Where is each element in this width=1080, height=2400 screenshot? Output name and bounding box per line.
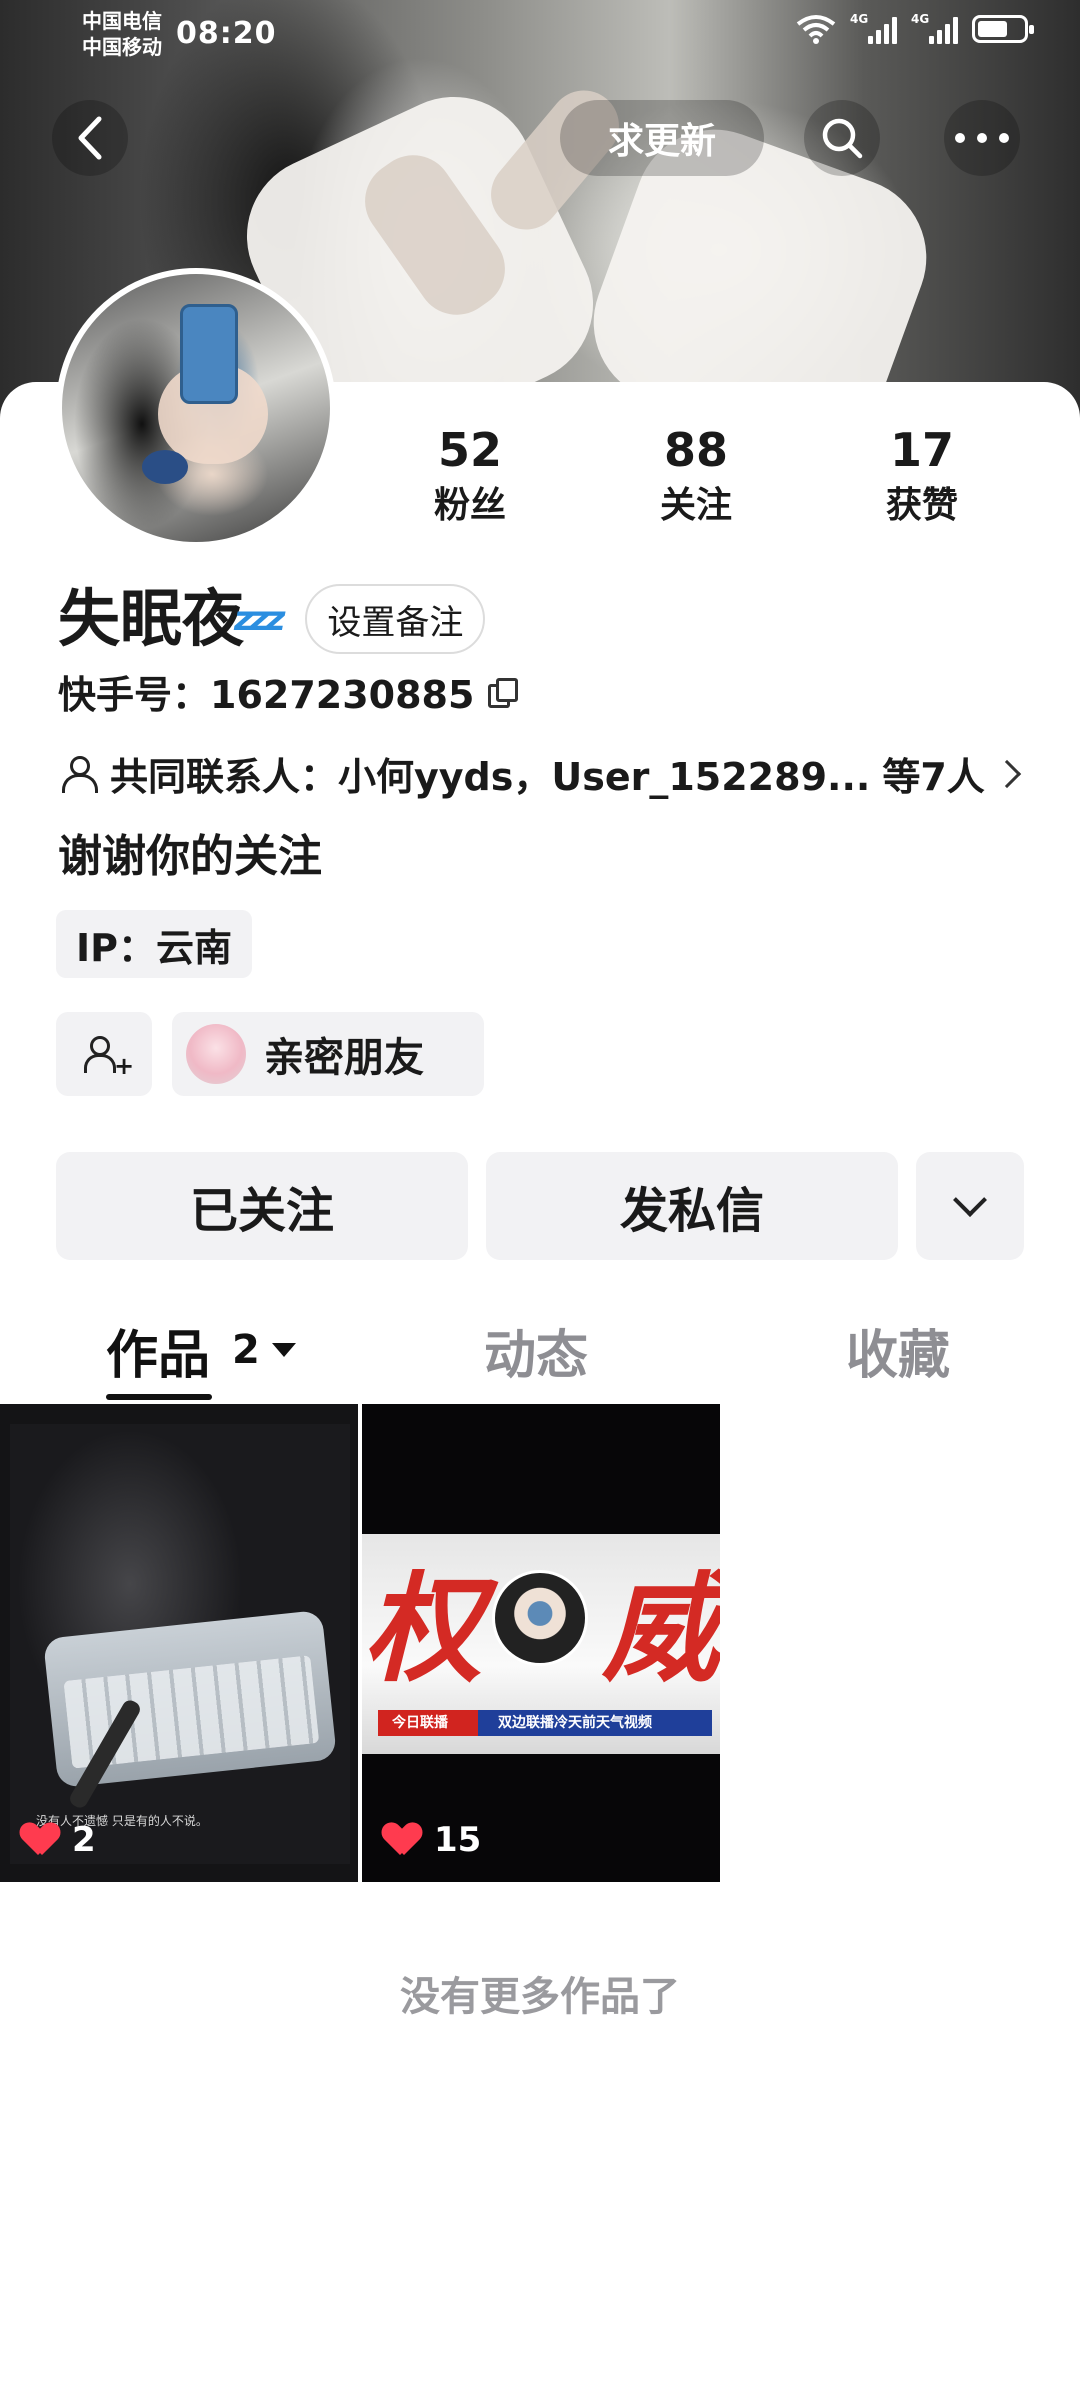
- followers-label: 粉丝: [433, 485, 506, 526]
- ticker-left: 今日联播: [392, 1715, 448, 1731]
- followers-stat[interactable]: 52 粉丝: [390, 422, 550, 530]
- tab-favorites[interactable]: 收藏: [846, 1300, 950, 1400]
- clock: 08:20: [176, 16, 277, 51]
- request-update-button[interactable]: 求更新: [560, 100, 764, 176]
- close-friend-avatar: [186, 1024, 246, 1084]
- work-thumbnail: 权 威 今日联播 双边联播冷天前天气视频: [362, 1534, 720, 1754]
- work-thumbnail: [10, 1424, 350, 1864]
- sleep-emoji-icon: zzz: [234, 599, 285, 639]
- likes-stat[interactable]: 17 获赞: [842, 422, 1002, 530]
- tab-works-count: 2: [232, 1327, 260, 1373]
- chevron-down-icon: [953, 1183, 987, 1217]
- content-tabs: 作品 2 动态 收藏: [0, 1300, 1080, 1404]
- work-title-right: 威: [601, 1559, 720, 1698]
- status-bar: 中国电信 中国移动 08:20 4G 4G: [0, 0, 1080, 80]
- chevron-right-icon: [992, 759, 1021, 788]
- mutual-contacts-names: 小何yyds，User_152289...: [338, 755, 871, 799]
- battery-icon: [972, 15, 1034, 43]
- search-icon: [822, 118, 863, 159]
- add-person-icon: +: [84, 1034, 134, 1078]
- add-friend-button[interactable]: +: [56, 1012, 152, 1096]
- more-button[interactable]: [944, 100, 1020, 176]
- likes-count: 17: [889, 423, 954, 477]
- person-icon: [58, 754, 98, 794]
- back-button[interactable]: [52, 100, 128, 176]
- signal-type-label: 4G: [850, 12, 869, 26]
- work-likes-count: 2: [72, 1820, 96, 1860]
- action-row: 已关注 发私信: [56, 1152, 1024, 1262]
- close-friends-button[interactable]: 亲密朋友: [172, 1012, 484, 1096]
- signal-icon: 4G: [850, 12, 897, 44]
- more-actions-button[interactable]: [916, 1152, 1024, 1260]
- wifi-icon: [796, 15, 836, 44]
- top-bar: 求更新: [0, 90, 1080, 190]
- works-grid: 没有人不遗憾 只是有的人不说。 2 权 威 今日联播 双边联播冷天前天气视频 1…: [0, 1404, 1080, 1884]
- signal-type-label: 4G: [911, 12, 930, 26]
- more-dots-icon: [955, 133, 1009, 143]
- carrier-1: 中国电信: [82, 9, 162, 33]
- system-icons: 4G 4G: [796, 12, 1034, 44]
- active-tab-indicator: [106, 1394, 212, 1400]
- no-more-works-text: 没有更多作品了: [400, 1974, 680, 2020]
- ticker-right: 双边联播冷天前天气视频: [498, 1715, 652, 1731]
- close-friends-label: 亲密朋友: [264, 1035, 424, 1081]
- tab-works[interactable]: 作品 2: [106, 1300, 296, 1400]
- profile-bio: 谢谢你的关注: [58, 831, 322, 882]
- send-message-button[interactable]: 发私信: [486, 1152, 898, 1260]
- kuaishou-id-row: 快手号：1627230885: [58, 664, 519, 719]
- following-stat[interactable]: 88 关注: [616, 422, 776, 530]
- copy-icon[interactable]: [488, 677, 519, 708]
- heart-icon: [384, 1823, 420, 1857]
- work-likes: 15: [384, 1820, 481, 1860]
- likes-label: 获赞: [885, 485, 958, 526]
- caret-down-icon: [271, 1343, 296, 1357]
- profile-screen: 中国电信 中国移动 08:20 4G 4G 求更新 52 粉丝 88 关注 17…: [0, 0, 1080, 2400]
- profile-name: 失眠夜: [58, 582, 245, 655]
- kuaishou-id: 快手号：1627230885: [58, 673, 475, 717]
- mutual-contacts-row[interactable]: 共同联系人： 小何yyds，User_152289... 等7人: [58, 746, 1021, 801]
- tab-works-label: 作品: [106, 1325, 211, 1386]
- carrier-2: 中国移动: [82, 35, 162, 59]
- carrier-info: 中国电信 中国移动: [82, 8, 162, 60]
- mutual-contacts-label: 共同联系人：: [110, 755, 339, 799]
- avatar[interactable]: [56, 268, 336, 548]
- heart-icon: [22, 1823, 58, 1857]
- work-item[interactable]: 没有人不遗憾 只是有的人不说。 2: [0, 1404, 358, 1882]
- name-row: 失眠夜 zzz 设置备注: [58, 580, 486, 658]
- work-likes: 2: [22, 1820, 96, 1860]
- followers-count: 52: [437, 423, 502, 477]
- signal-icon: 4G: [911, 12, 958, 44]
- tab-moments[interactable]: 动态: [484, 1300, 588, 1400]
- news-ticker: 今日联播 双边联播冷天前天气视频: [378, 1710, 712, 1736]
- search-button[interactable]: [804, 100, 880, 176]
- followed-button[interactable]: 已关注: [56, 1152, 468, 1260]
- ip-location-tag: IP：云南: [56, 910, 252, 978]
- following-label: 关注: [659, 485, 732, 526]
- work-title-left: 权: [364, 1559, 483, 1698]
- back-arrow-icon: [78, 116, 102, 160]
- set-remark-button[interactable]: 设置备注: [305, 584, 486, 654]
- mutual-contacts-count: 等7人: [882, 755, 985, 799]
- work-item[interactable]: 权 威 今日联播 双边联播冷天前天气视频 15: [362, 1404, 720, 1882]
- work-likes-count: 15: [434, 1820, 482, 1860]
- following-count: 88: [663, 423, 728, 477]
